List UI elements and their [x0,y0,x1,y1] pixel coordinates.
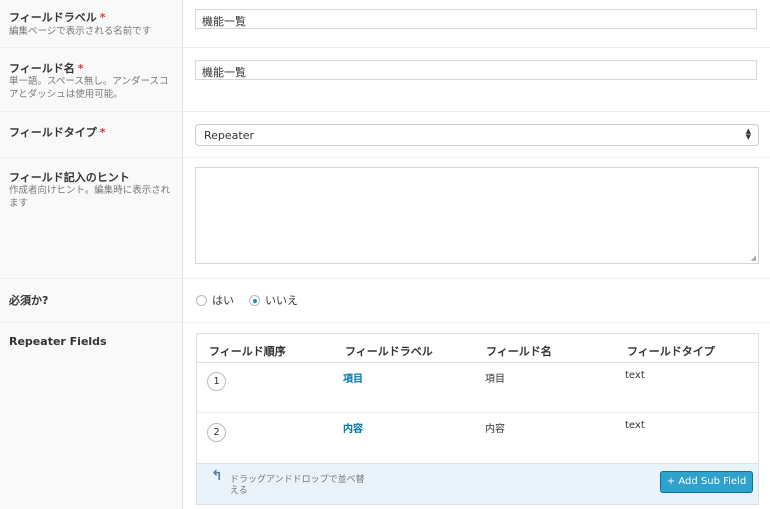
repeater-footer: ↰ ドラッグアンドドロップで並べ替える + Add Sub Field [197,463,758,504]
field-label-title-text: フィールドラベル [9,11,97,24]
header-label: フィールドラベル [345,345,433,358]
row-divider [0,111,770,112]
repeater-title: Repeater Fields [9,335,107,348]
field-type-title: フィールドタイプ * [9,124,106,140]
field-type-value: Repeater [204,129,255,142]
field-type-select[interactable]: Repeater ▲ ▼ [195,124,759,146]
field-hint-desc: 作成者向けヒント。編集時に表示されます [9,185,171,209]
radio-no-label: いいえ [265,294,298,307]
radio-yes-label: はい [212,294,234,307]
row-divider [0,278,770,279]
field-name-input[interactable]: 機能一覧 [195,60,757,80]
header-type: フィールドタイプ [627,345,715,358]
field-label-desc: 編集ページで表示される名前です [9,26,152,37]
radio-no[interactable]: いいえ [249,292,298,308]
required-marker: * [99,126,106,139]
row-name: 項目 [485,374,505,385]
header-name: フィールド名 [486,345,552,358]
row-label-link[interactable]: 内容 [343,420,363,435]
row-label-link[interactable]: 項目 [343,370,363,385]
radio-no-circle[interactable] [249,295,260,306]
row-name: 内容 [485,424,505,435]
row-divider [0,322,770,323]
add-sub-field-button[interactable]: + Add Sub Field [660,471,753,493]
drag-hint: ドラッグアンドドロップで並べ替える [230,475,365,496]
row-divider [0,157,770,158]
required-marker: * [99,11,106,24]
row-type: text [625,420,645,431]
required-marker: * [77,62,84,75]
field-name-title: フィールド名 * [9,60,84,76]
field-name-desc: 単一語。スペース無し。アンダースコアとダッシュは使用可能。 [9,76,169,100]
order-handle[interactable]: 2 [207,423,226,442]
order-handle[interactable]: 1 [207,372,226,391]
field-hint-textarea[interactable]: ◢ [195,167,759,264]
row-type: text [625,370,645,381]
radio-yes[interactable]: はい [196,292,234,308]
field-label-title: フィールドラベル * [9,9,106,25]
row-divider [197,412,758,413]
required-title: 必須か? [9,294,49,307]
row-divider [0,47,770,48]
arrow-up-curved-icon: ↰ [211,468,223,484]
radio-yes-circle[interactable] [196,295,207,306]
header-order: フィールド順序 [209,345,286,358]
field-hint-title: フィールド記入のヒント [9,171,130,184]
resize-handle-icon[interactable]: ◢ [751,254,756,262]
field-name-title-text: フィールド名 [9,62,75,75]
select-arrows-icon: ▲ ▼ [745,127,751,141]
field-type-title-text: フィールドタイプ [9,126,97,139]
header-divider [197,362,758,363]
repeater-table: フィールド順序 フィールドラベル フィールド名 フィールドタイプ 1 項目 項目… [196,333,759,505]
field-label-input[interactable]: 機能一覧 [195,9,757,29]
